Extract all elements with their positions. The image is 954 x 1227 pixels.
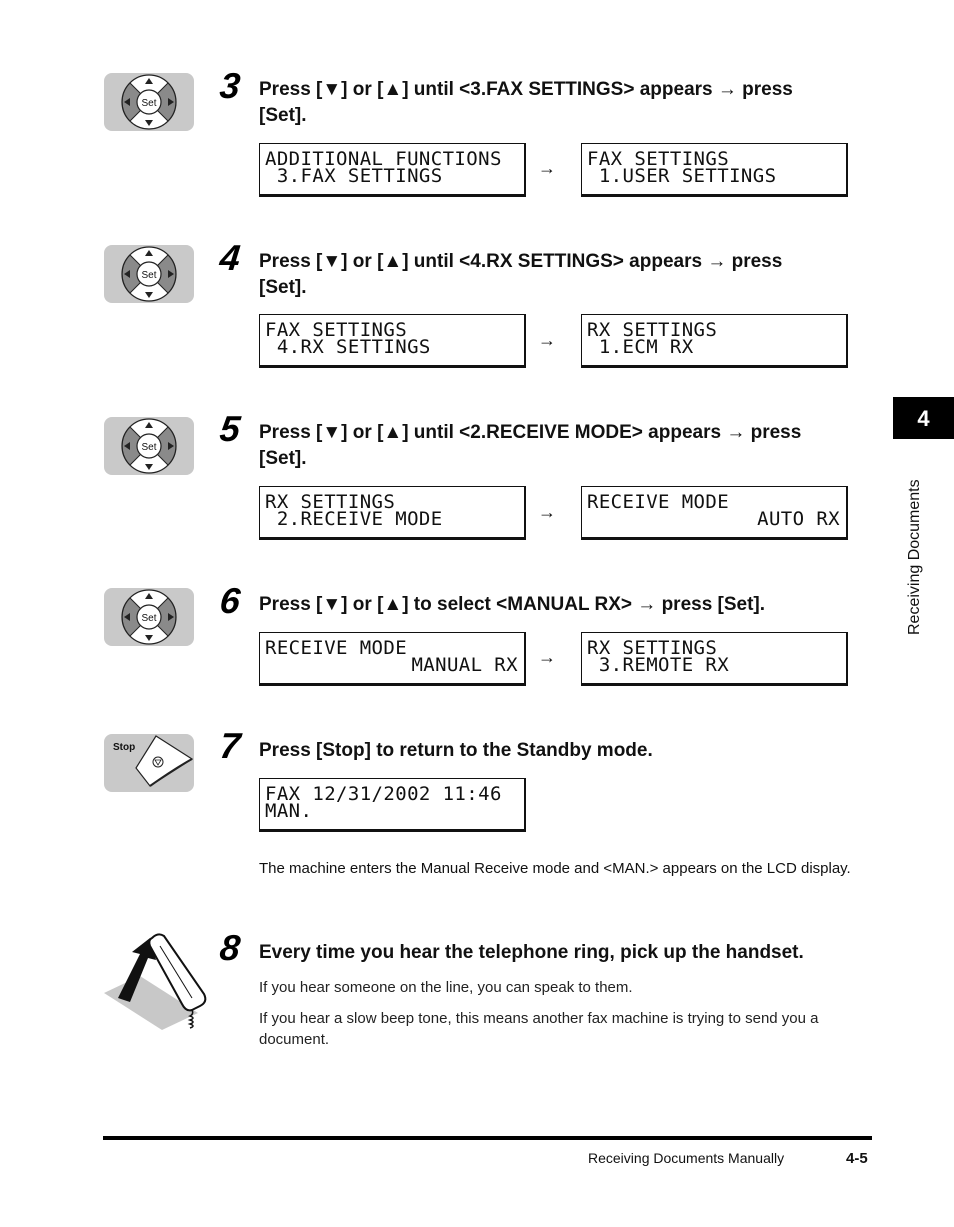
step-instruction: Press [Stop] to return to the Standby mo… (259, 738, 859, 764)
handset-pickup-icon (100, 928, 210, 1033)
instruction-line: Every time you hear the telephone ring, … (259, 942, 804, 963)
set-label: Set (141, 98, 156, 109)
set-label: Set (141, 270, 156, 281)
lcd-line: AUTO RX (757, 508, 840, 530)
lcd-line: 3.REMOTE RX (587, 654, 730, 676)
set-button-icon: Set (104, 417, 194, 475)
step-instruction: Every time you hear the telephone ring, … (259, 940, 899, 966)
instruction-line: [Set]. (259, 448, 307, 469)
lcd-display: FAX 12/31/2002 11:46 MAN. (259, 778, 526, 832)
lcd-line: 4.RX SETTINGS (265, 336, 431, 358)
lcd-display-before: ADDITIONAL FUNCTIONS 3.FAX SETTINGS (259, 143, 526, 197)
step-number: 8 (217, 927, 243, 968)
lcd-line: 3.FAX SETTINGS (265, 165, 443, 187)
step-instruction: Press [▼] or [▲] to select <MANUAL RX> →… (259, 592, 859, 618)
lcd-line: RECEIVE MODE (265, 637, 408, 659)
lcd-line: 1.ECM RX (587, 336, 694, 358)
footer-divider (103, 1136, 872, 1140)
page-number: 4-5 (846, 1150, 868, 1167)
set-label: Set (141, 442, 156, 453)
step-instruction: Press [▼] or [▲] until <2.RECEIVE MODE> … (259, 420, 859, 472)
lcd-line: MANUAL RX (411, 654, 518, 676)
lcd-line: MAN. (265, 800, 313, 822)
lcd-display-before: RX SETTINGS 2.RECEIVE MODE (259, 486, 526, 540)
set-button-icon: Set (104, 588, 194, 646)
step-instruction: Press [▼] or [▲] until <4.RX SETTINGS> a… (259, 249, 859, 301)
lcd-line: 1.USER SETTINGS (587, 165, 777, 187)
set-button-icon: Set (104, 245, 194, 303)
lcd-display-before: RECEIVE MODE MANUAL RX (259, 632, 526, 686)
instruction-line: [Set]. (259, 277, 307, 298)
lcd-display-after: RX SETTINGS 1.ECM RX (581, 314, 848, 368)
chapter-tab: 4 (893, 397, 954, 439)
set-label: Set (141, 613, 156, 624)
step-number: 4 (217, 237, 243, 278)
step-number: 7 (217, 725, 243, 766)
arrow-icon: → (538, 502, 556, 522)
step-instruction: Press [▼] or [▲] until <3.FAX SETTINGS> … (259, 77, 859, 129)
instruction-line: [Set]. (259, 105, 307, 126)
arrow-icon: → (538, 330, 556, 350)
instruction-line: Press [▼] or [▲] to select <MANUAL RX> →… (259, 594, 766, 615)
lcd-display-after: RX SETTINGS 3.REMOTE RX (581, 632, 848, 686)
instruction-line: Press [▼] or [▲] until <2.RECEIVE MODE> … (259, 422, 802, 443)
lcd-display-after: RECEIVE MODE AUTO RX (581, 486, 848, 540)
stop-label: Stop (113, 742, 135, 753)
step-number: 3 (217, 65, 243, 106)
lcd-line: 2.RECEIVE MODE (265, 508, 443, 530)
instruction-line: Press [▼] or [▲] until <3.FAX SETTINGS> … (259, 79, 793, 100)
instruction-line: Press [Stop] to return to the Standby mo… (259, 740, 653, 761)
lcd-line: RECEIVE MODE (587, 491, 730, 513)
arrow-icon: → (538, 158, 556, 178)
stop-button-icon: Stop (104, 734, 194, 792)
step-number: 6 (217, 580, 243, 621)
arrow-icon: → (538, 647, 556, 667)
lcd-display-before: FAX SETTINGS 4.RX SETTINGS (259, 314, 526, 368)
step-note: If you hear a slow beep tone, this means… (259, 1010, 819, 1048)
footer-section-title: Receiving Documents Manually (588, 1150, 785, 1166)
instruction-line: Press [▼] or [▲] until <4.RX SETTINGS> a… (259, 251, 783, 272)
step-note: The machine enters the Manual Receive mo… (259, 860, 851, 877)
step-note: If you hear someone on the line, you can… (259, 979, 633, 996)
lcd-display-after: FAX SETTINGS 1.USER SETTINGS (581, 143, 848, 197)
set-button-icon: Set (104, 73, 194, 131)
chapter-title: Receiving Documents (906, 479, 923, 635)
step-number: 5 (217, 408, 243, 449)
